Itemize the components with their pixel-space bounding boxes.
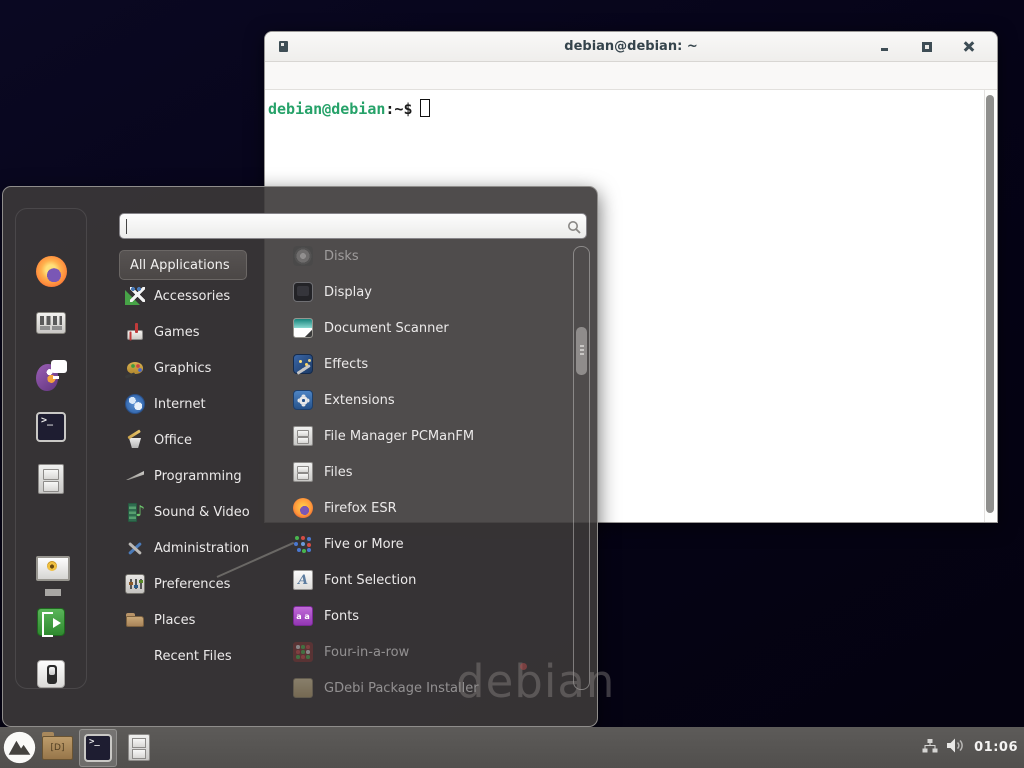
menu-view[interactable] bbox=[309, 73, 325, 79]
file-cabinet-icon bbox=[128, 734, 150, 761]
menu-scrollbar-thumb[interactable] bbox=[576, 327, 587, 375]
internet-icon bbox=[125, 394, 145, 414]
menu-edit[interactable] bbox=[293, 73, 309, 79]
font-selection-icon bbox=[293, 570, 313, 590]
minimize-button[interactable] bbox=[879, 41, 891, 53]
folder-icon bbox=[42, 736, 73, 760]
file-cabinet-icon bbox=[293, 462, 313, 482]
administration-icon bbox=[125, 538, 145, 558]
app-document-scanner[interactable]: Document Scanner bbox=[265, 310, 571, 346]
search-icon bbox=[567, 219, 581, 238]
terminal-scrollbar-thumb[interactable] bbox=[986, 95, 994, 513]
category-games[interactable]: Games bbox=[119, 314, 269, 350]
shutdown-icon bbox=[37, 660, 65, 688]
places-icon bbox=[125, 610, 145, 630]
extensions-icon bbox=[293, 390, 313, 410]
menu-file[interactable] bbox=[277, 73, 293, 79]
taskbar-file-manager[interactable] bbox=[42, 729, 73, 767]
office-icon bbox=[125, 430, 145, 450]
app-file-manager-pcmanfm[interactable]: File Manager PCManFM bbox=[265, 418, 571, 454]
app-extensions[interactable]: Extensions bbox=[265, 382, 571, 418]
preferences-icon bbox=[125, 574, 145, 594]
fonts-icon bbox=[293, 606, 313, 626]
category-internet[interactable]: Internet bbox=[119, 386, 269, 422]
menu-terminal[interactable] bbox=[341, 73, 357, 79]
five-or-more-icon bbox=[293, 534, 313, 554]
app-firefox-esr[interactable]: Firefox ESR bbox=[265, 490, 571, 526]
menu-button[interactable] bbox=[3, 729, 36, 767]
firefox-icon bbox=[293, 498, 313, 518]
category-sound-video[interactable]: Sound & Video bbox=[119, 494, 269, 530]
games-icon bbox=[125, 322, 145, 342]
category-list: AccessoriesGamesGraphicsInternetOfficePr… bbox=[119, 278, 269, 674]
taskbar: 01:06 bbox=[0, 727, 1024, 768]
prompt-suffix: :~$ bbox=[385, 100, 412, 118]
clock[interactable]: 01:06 bbox=[974, 740, 1018, 755]
effects-icon bbox=[293, 354, 313, 374]
app-files[interactable]: Files bbox=[265, 454, 571, 490]
terminal-menubar bbox=[265, 62, 997, 90]
category-graphics[interactable]: Graphics bbox=[119, 350, 269, 386]
network-icon[interactable] bbox=[922, 738, 938, 757]
disks-icon bbox=[293, 246, 313, 266]
gdebi-icon bbox=[293, 678, 313, 698]
four-in-a-row-icon bbox=[293, 642, 313, 662]
maximize-button[interactable] bbox=[921, 41, 933, 53]
category-programming[interactable]: Programming bbox=[119, 458, 269, 494]
debian-watermark: debian bbox=[456, 655, 615, 708]
terminal-cursor bbox=[420, 99, 430, 117]
terminal-titlebar[interactable]: debian@debian: ~ bbox=[265, 32, 997, 62]
system-tray: 01:06 bbox=[922, 738, 1024, 757]
accessories-icon bbox=[125, 286, 145, 306]
file-cabinet-icon bbox=[293, 426, 313, 446]
prompt-user: debian@debian bbox=[268, 100, 385, 118]
document-scanner-icon bbox=[293, 318, 313, 338]
graphics-icon bbox=[125, 358, 145, 378]
session-box bbox=[15, 208, 87, 689]
terminal-scrollbar[interactable] bbox=[984, 90, 996, 522]
category-recent-files[interactable]: Recent Files bbox=[119, 638, 269, 674]
app-fonts[interactable]: Fonts bbox=[265, 598, 571, 634]
app-effects[interactable]: Effects bbox=[265, 346, 571, 382]
logout-icon bbox=[37, 608, 65, 636]
terminal-icon bbox=[84, 734, 112, 762]
taskbar-terminal-active[interactable] bbox=[79, 729, 117, 767]
volume-icon[interactable] bbox=[947, 738, 965, 757]
sound-video-icon bbox=[125, 502, 145, 522]
debian-watermark-dot bbox=[520, 663, 527, 670]
display-icon bbox=[293, 282, 313, 302]
app-display[interactable]: Display bbox=[265, 274, 571, 310]
category-accessories[interactable]: Accessories bbox=[119, 278, 269, 314]
menu-logo-icon bbox=[3, 731, 36, 764]
category-all-applications[interactable]: All Applications bbox=[119, 250, 247, 280]
close-button[interactable] bbox=[963, 41, 975, 53]
application-list: DisksDisplayDocument ScannerEffectsExten… bbox=[265, 238, 571, 706]
application-menu: All Applications AccessoriesGamesGraphic… bbox=[2, 186, 598, 727]
category-places[interactable]: Places bbox=[119, 602, 269, 638]
app-disks[interactable]: Disks bbox=[265, 238, 571, 274]
app-font-selection[interactable]: Font Selection bbox=[265, 562, 571, 598]
item-shutdown[interactable] bbox=[33, 656, 69, 692]
category-office[interactable]: Office bbox=[119, 422, 269, 458]
category-administration[interactable]: Administration bbox=[119, 530, 269, 566]
taskbar-file-cabinet[interactable] bbox=[128, 729, 150, 767]
category-preferences[interactable]: Preferences bbox=[119, 566, 269, 602]
menu-scrollbar[interactable] bbox=[573, 246, 590, 690]
menu-help[interactable] bbox=[357, 73, 373, 79]
programming-icon bbox=[125, 466, 145, 486]
item-lock-screen[interactable] bbox=[33, 552, 69, 588]
menu-search[interactable] bbox=[325, 73, 341, 79]
item-logout[interactable] bbox=[33, 604, 69, 640]
app-five-or-more[interactable]: Five or More bbox=[265, 526, 571, 562]
search-input[interactable] bbox=[119, 213, 587, 239]
lock-icon bbox=[35, 555, 67, 586]
